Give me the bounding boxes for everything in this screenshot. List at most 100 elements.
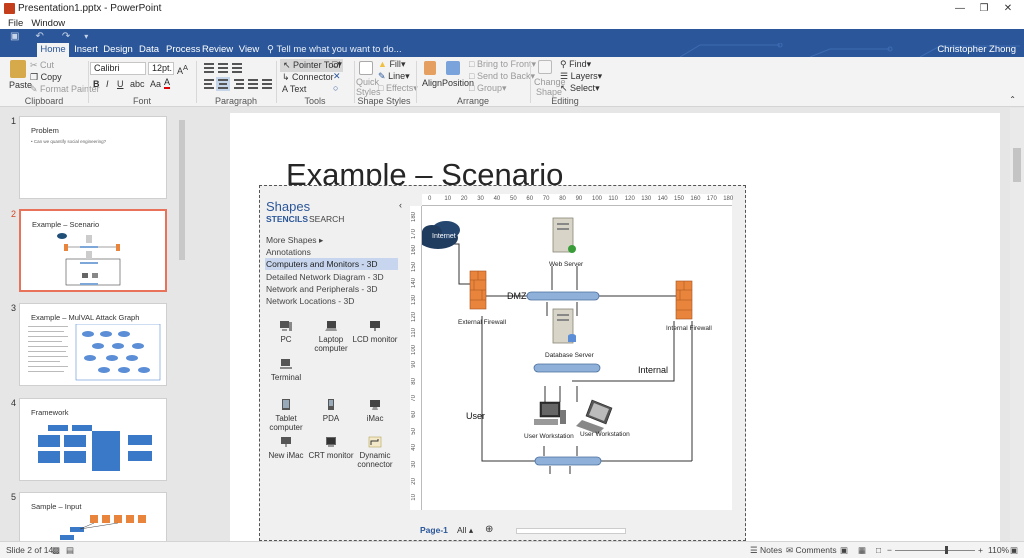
font-size-box[interactable]: 12pt. [148, 62, 174, 75]
menu-file[interactable]: File [8, 18, 23, 29]
tab-process[interactable]: Process [166, 43, 200, 57]
connection-point-icon[interactable]: ○ [333, 83, 338, 93]
shape-crt-monitor[interactable]: CRT monitor [306, 436, 356, 460]
slide-thumbnail-1[interactable]: Problem • Can we quantify social enginee… [19, 116, 167, 199]
zoom-slider-thumb[interactable] [945, 546, 948, 554]
underline-button[interactable]: U [117, 79, 124, 89]
slide-thumbnail-3[interactable]: Example – MulVAL Attack Graph [19, 303, 167, 386]
copy-button[interactable]: ❐ Copy [30, 72, 62, 83]
accessibility-icon[interactable]: ▤ [66, 545, 74, 556]
all-pages-tab[interactable]: All ▴ [457, 525, 473, 536]
thumbnail-scroll-thumb[interactable] [179, 120, 185, 260]
drawing-page[interactable]: Internet Web Server DMZ External Firewal… [418, 206, 732, 510]
align-button[interactable]: Align [422, 78, 442, 88]
user-workstation-2[interactable]: User Workstation [576, 399, 630, 438]
send-to-back-button[interactable]: □ Send to Back▾ [469, 71, 535, 82]
user-name[interactable]: Christopher Zhong [937, 43, 1016, 57]
normal-view-icon[interactable]: ▣ [840, 545, 848, 556]
save-icon[interactable]: ▣ [10, 31, 19, 42]
tab-data[interactable]: Data [137, 43, 161, 57]
zoom-out-icon[interactable]: − [887, 545, 892, 555]
tell-me-box[interactable]: ⚲ Tell me what you want to do... [267, 43, 402, 57]
tab-home[interactable]: Home [37, 43, 69, 57]
stencil-network-locations[interactable]: Network Locations - 3D [265, 295, 398, 307]
restore-button[interactable]: ❐ [972, 0, 996, 17]
reading-view-icon[interactable]: □ [876, 545, 881, 555]
shape-lcd-monitor[interactable]: LCD monitor [350, 320, 400, 344]
canvas-horizontal-scrollbar[interactable] [516, 528, 626, 534]
zoom-slider-track[interactable] [895, 550, 975, 551]
notes-button[interactable]: ☰ Notes [750, 545, 782, 556]
strikethrough-button[interactable]: abc [130, 79, 145, 89]
fit-slide-icon[interactable]: ▣ [1010, 545, 1018, 556]
thumbnail-scrollbar[interactable] [178, 108, 186, 541]
shape-tablet[interactable]: Tablet computer [261, 399, 311, 432]
stencil-computers-monitors[interactable]: Computers and Monitors - 3D [265, 258, 398, 270]
find-button[interactable]: ⚲ Find▾ [560, 59, 591, 70]
stencil-detailed-network[interactable]: Detailed Network Diagram - 3D [265, 271, 398, 283]
zoom-level[interactable]: 110% [988, 545, 1009, 555]
internet-cloud[interactable]: Internet [418, 221, 460, 249]
stencil-network-peripherals[interactable]: Network and Peripherals - 3D [265, 283, 398, 295]
more-shapes[interactable]: More Shapes ▸ [265, 234, 398, 246]
position-icon[interactable] [446, 61, 460, 75]
group-button[interactable]: □ Group▾ [469, 83, 506, 94]
align-icon[interactable] [424, 61, 436, 75]
tab-insert[interactable]: Insert [71, 43, 101, 57]
shape-imac[interactable]: iMac [350, 399, 400, 423]
shape-terminal[interactable]: Terminal [261, 358, 311, 382]
spell-check-icon[interactable]: ▩ [52, 545, 60, 556]
tab-view[interactable]: View [236, 43, 262, 57]
internal-firewall[interactable]: Internal Firewall [666, 280, 712, 332]
quick-styles-label-1[interactable]: Quick [356, 77, 379, 87]
layers-button[interactable]: ☰ Layers▾ [560, 71, 602, 82]
add-page-icon[interactable]: ⊕ [485, 524, 493, 535]
fill-button[interactable]: ▲ Fill▾ [378, 59, 405, 70]
slide-thumbnail-5[interactable]: Sample – Input [19, 492, 167, 541]
shape-dynamic-connector[interactable]: Dynamic connector [350, 436, 400, 469]
slide-thumbnail-4[interactable]: Framework [19, 398, 167, 481]
editor-scrollbar[interactable] [1010, 108, 1024, 541]
font-name-box[interactable]: Calibri [90, 62, 146, 75]
paste-icon[interactable] [10, 60, 26, 78]
font-color-button[interactable]: A [164, 78, 171, 89]
quick-styles-icon[interactable] [359, 61, 373, 75]
collapse-ribbon-icon[interactable]: ⌃ [1009, 95, 1016, 104]
tab-stencils[interactable]: STENCILS [266, 214, 308, 224]
effects-button[interactable]: □ Effects▾ [378, 83, 418, 94]
change-shape-icon[interactable] [538, 60, 552, 74]
zoom-in-icon[interactable]: + [978, 545, 983, 555]
tab-review[interactable]: Review [202, 43, 233, 57]
page-1-tab[interactable]: Page-1 [420, 525, 448, 535]
slide-thumbnail-2[interactable]: Example – Scenario [19, 209, 167, 292]
tab-search[interactable]: SEARCH [309, 214, 344, 224]
stencil-annotations[interactable]: Annotations [265, 246, 398, 258]
cut-button[interactable]: ✂ Cut [30, 60, 54, 71]
connector-button[interactable]: ↳ Connector [282, 72, 334, 83]
italic-button[interactable]: I [106, 79, 109, 89]
shape-laptop[interactable]: Laptop computer [306, 320, 356, 353]
close-tool-icon[interactable]: ✕ [333, 71, 341, 82]
close-button[interactable]: ✕ [996, 0, 1020, 17]
select-button[interactable]: ↖ Select▾ [560, 83, 600, 94]
user-workstation-1[interactable]: User Workstation [524, 401, 574, 440]
shape-pc[interactable]: PC [261, 320, 311, 344]
comments-button[interactable]: ✉ Comments [786, 545, 837, 556]
bring-to-front-button[interactable]: □ Bring to Front▾ [469, 59, 536, 70]
slide-sorter-icon[interactable]: ▦ [858, 545, 866, 556]
menu-window[interactable]: Window [31, 18, 65, 29]
customize-qat-icon[interactable]: ▾ [84, 32, 88, 41]
editor-scroll-thumb[interactable] [1013, 148, 1021, 182]
paste-button[interactable]: Paste [9, 80, 32, 90]
redo-icon[interactable]: ↷ [62, 31, 70, 42]
font-case-button[interactable]: Aa [150, 79, 161, 89]
collapse-shapes-icon[interactable]: ‹ [399, 200, 402, 210]
tab-design[interactable]: Design [103, 43, 133, 57]
grow-font-icon[interactable]: AA [177, 63, 188, 76]
web-server[interactable]: Web Server [549, 217, 584, 268]
text-tool-button[interactable]: A Text [282, 84, 306, 94]
shape-new-imac[interactable]: New iMac [261, 436, 311, 460]
rectangle-tool-icon[interactable]: □▾ [332, 59, 342, 70]
shape-pda[interactable]: PDA [306, 399, 356, 423]
undo-icon[interactable]: ↶ [35, 31, 43, 42]
